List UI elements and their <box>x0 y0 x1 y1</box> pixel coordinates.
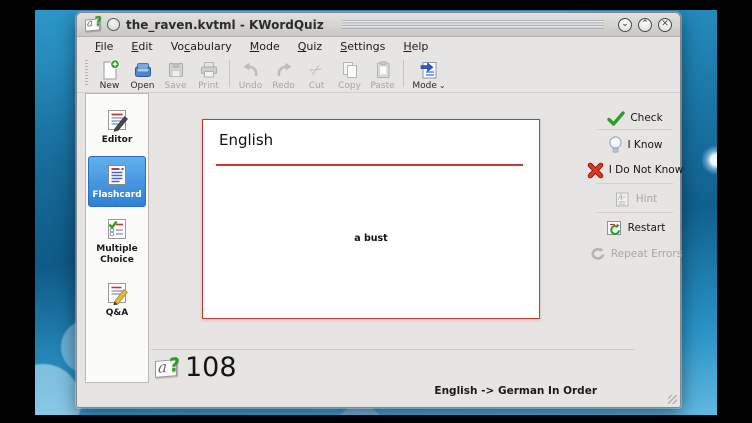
maximize-button[interactable]: ⌃ <box>638 18 652 32</box>
menu-quiz[interactable]: Quiz <box>289 38 331 55</box>
open-button[interactable]: Open <box>126 59 159 91</box>
menu-mode[interactable]: Mode <box>241 38 289 55</box>
restart-button[interactable]: Restart <box>591 217 679 239</box>
redo-button[interactable]: Redo <box>267 59 300 91</box>
new-document-icon <box>99 59 121 81</box>
copy-button[interactable]: Copy <box>333 59 366 91</box>
flashcard-rule <box>216 164 523 166</box>
svg-text:a: a <box>623 194 626 200</box>
i-do-not-know-button[interactable]: I Do Not Know <box>591 159 679 181</box>
menu-file[interactable]: File <box>86 38 122 55</box>
sidebar-item-editor[interactable]: Editor <box>88 102 146 152</box>
undo-button[interactable]: Undo <box>234 59 267 91</box>
check-icon <box>607 111 625 126</box>
app-icon-mark: ? <box>94 14 102 30</box>
mode-dropdown-chevron-icon: ⌄ <box>439 82 446 90</box>
resize-grip[interactable] <box>668 395 677 404</box>
save-floppy-icon <box>165 59 187 81</box>
toolbar-separator <box>229 60 230 87</box>
lightbulb-icon <box>608 136 623 154</box>
mode-icon <box>418 59 440 81</box>
open-folder-icon <box>132 59 154 81</box>
save-button[interactable]: Save <box>159 59 192 91</box>
titlebar[interactable]: a ? the_raven.kvtml - KWordQuiz ⌄ ⌃ ✕ <box>77 13 680 37</box>
paste-clipboard-icon <box>372 59 394 81</box>
actions-separator <box>597 183 673 184</box>
window-menu-button[interactable] <box>107 18 120 31</box>
cards-remaining-count: 108 <box>185 354 237 382</box>
sidebar-item-multiple-choice[interactable]: Multiple Choice <box>88 211 146 271</box>
hint-button[interactable]: A a Hint <box>591 188 679 210</box>
kwordquiz-counter-icon: a ? <box>155 359 177 378</box>
i-know-button[interactable]: I Know <box>591 134 679 156</box>
app-icon-letter: a <box>87 17 93 29</box>
minimize-button[interactable]: ⌄ <box>618 18 632 32</box>
quiz-actions-panel: Check I Know <box>591 93 679 273</box>
sidebar-item-flashcard[interactable]: Flashcard <box>88 156 146 208</box>
toolbar-separator <box>403 60 404 87</box>
mode-sidebar: Editor Flashcard <box>85 93 149 383</box>
content-divider <box>151 349 635 350</box>
red-x-icon <box>587 162 604 179</box>
qa-icon <box>104 280 130 306</box>
window-title: the_raven.kvtml - KWordQuiz <box>126 18 324 32</box>
restart-icon <box>605 219 623 237</box>
actions-separator <box>597 212 673 213</box>
kwordquiz-window: a ? the_raven.kvtml - KWordQuiz ⌄ ⌃ ✕ Fi… <box>76 12 681 408</box>
close-button[interactable]: ✕ <box>658 18 672 32</box>
menu-vocabulary[interactable]: Vocabulary <box>162 38 241 55</box>
menubar: File Edit Vocabulary Mode Quiz Settings … <box>77 37 680 56</box>
app-icon: a ? <box>85 18 100 31</box>
editor-icon <box>104 107 130 133</box>
toolbar-drag-handle[interactable] <box>85 60 88 87</box>
titlebar-stripes <box>342 20 604 29</box>
paste-button[interactable]: Paste <box>366 59 399 91</box>
new-button[interactable]: New <box>93 59 126 91</box>
print-icon <box>198 59 220 81</box>
card-counter: a ? 108 <box>155 354 237 382</box>
menu-settings[interactable]: Settings <box>331 38 394 55</box>
print-button[interactable]: Print <box>192 59 225 91</box>
actions-separator <box>597 129 673 130</box>
copy-icon <box>339 59 361 81</box>
menu-edit[interactable]: Edit <box>122 38 161 55</box>
mode-button[interactable]: Mode⌄ <box>408 59 450 91</box>
flashcard-icon <box>104 162 130 188</box>
repeat-errors-button[interactable]: Repeat Errors <box>591 243 679 265</box>
hint-icon: A a <box>613 190 631 208</box>
undo-icon <box>240 59 262 81</box>
screen: a ? the_raven.kvtml - KWordQuiz ⌄ ⌃ ✕ Fi… <box>0 0 752 423</box>
multiple-choice-icon <box>104 216 130 242</box>
toolbar: New Open <box>77 56 680 93</box>
repeat-errors-icon <box>588 245 606 263</box>
check-button[interactable]: Check <box>591 107 679 129</box>
flashcard[interactable]: English a bust <box>202 119 540 319</box>
cut-scissors-icon: ✂ <box>310 59 323 81</box>
flashcard-language-label: English <box>219 131 273 149</box>
cut-button[interactable]: ✂ Cut <box>300 59 333 91</box>
sidebar-item-qa[interactable]: Q&A <box>88 275 146 325</box>
menu-help[interactable]: Help <box>394 38 437 55</box>
flashcard-word: a bust <box>203 233 539 244</box>
quiz-direction-status: English -> German In Order <box>434 385 597 397</box>
redo-icon <box>273 59 295 81</box>
